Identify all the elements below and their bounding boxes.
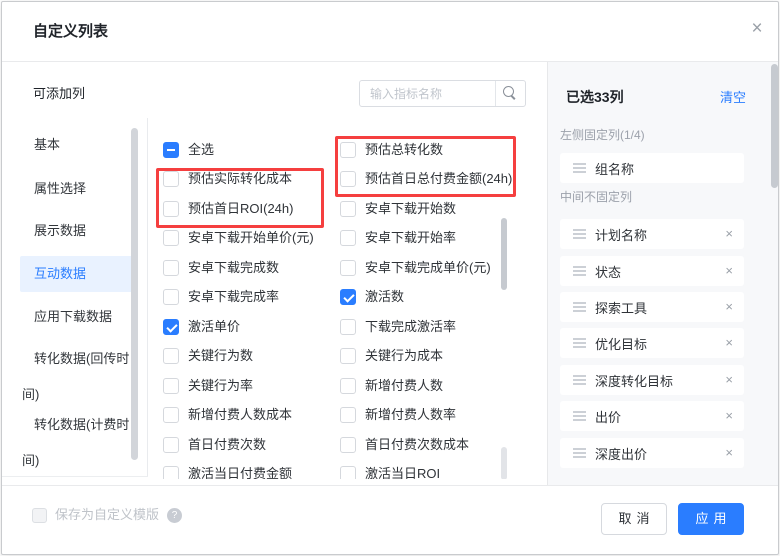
category-conversion-billing[interactable]: 转化数据(计费时 间) xyxy=(22,407,142,479)
metric-row[interactable]: 新增付费人数率 xyxy=(340,405,456,425)
metric-row[interactable]: 首日付费次数 xyxy=(163,435,266,455)
remove-item-icon[interactable]: × xyxy=(725,401,733,431)
apply-button[interactable]: 应用 xyxy=(678,503,744,535)
sidebar-bottom-divider xyxy=(2,476,148,477)
remove-item-icon[interactable]: × xyxy=(725,256,733,286)
checkbox-icon[interactable] xyxy=(163,230,179,246)
sidebar-divider xyxy=(147,118,148,476)
remove-item-icon[interactable]: × xyxy=(725,365,733,395)
drag-handle-icon[interactable] xyxy=(573,270,586,272)
checkbox-icon[interactable] xyxy=(163,260,179,276)
content-area: 基本 属性选择 展示数据 互动数据 应用下载数据 转化数据(回传时 间) 转化数… xyxy=(2,2,548,479)
category-interaction-data[interactable]: 互动数据 xyxy=(34,264,86,284)
checkbox-checked-icon[interactable] xyxy=(340,289,356,305)
drag-handle-icon[interactable] xyxy=(573,342,586,344)
close-icon[interactable]: × xyxy=(744,16,770,42)
drag-handle-icon[interactable] xyxy=(573,306,586,308)
selected-panel-scrollbar[interactable] xyxy=(771,64,778,188)
metric-row[interactable]: 关键行为率 xyxy=(163,376,253,396)
footer-divider xyxy=(2,485,778,486)
checkbox-icon[interactable] xyxy=(340,230,356,246)
checkbox-icon[interactable] xyxy=(163,378,179,394)
category-conversion-callback[interactable]: 转化数据(回传时 间) xyxy=(22,341,142,413)
metric-row[interactable]: 激活当日付费金额 xyxy=(163,464,292,479)
drag-handle-icon[interactable] xyxy=(573,233,586,235)
metrics-scrollbar[interactable] xyxy=(501,218,507,290)
category-attribute[interactable]: 属性选择 xyxy=(34,179,86,199)
checkbox-icon[interactable] xyxy=(163,407,179,423)
remove-item-icon[interactable]: × xyxy=(725,292,733,322)
custom-columns-dialog: 自定义列表 × 可添加列 基本 属性选择 展示数据 互动数据 应用下载数据 转化… xyxy=(1,1,779,555)
metric-row[interactable]: 激活数 xyxy=(340,287,404,307)
metric-row[interactable]: 安卓下载开始率 xyxy=(340,228,456,248)
screen: 自定义列表 × 可添加列 基本 属性选择 展示数据 互动数据 应用下载数据 转化… xyxy=(0,0,780,556)
highlight-box-left xyxy=(156,168,324,228)
remove-item-icon[interactable]: × xyxy=(725,219,733,249)
metric-row[interactable]: 激活当日ROI xyxy=(340,464,440,479)
selected-item[interactable]: 深度出价 × xyxy=(560,438,744,468)
save-template-row: 保存为自定义模版 ? xyxy=(32,506,183,524)
highlight-box-right xyxy=(335,136,516,197)
metric-row[interactable]: 下载完成激活率 xyxy=(340,317,456,337)
selected-item-fixed[interactable]: 组名称 xyxy=(560,153,744,183)
checkbox-icon[interactable] xyxy=(340,466,356,479)
metric-row[interactable]: 安卓下载完成率 xyxy=(163,287,279,307)
metric-row[interactable]: 首日付费次数成本 xyxy=(340,435,469,455)
category-basic[interactable]: 基本 xyxy=(34,135,60,155)
checkbox-icon[interactable] xyxy=(340,319,356,335)
selected-item[interactable]: 探索工具 × xyxy=(560,292,744,322)
metric-row[interactable]: 安卓下载开始单价(元) xyxy=(163,228,314,248)
selected-item[interactable]: 计划名称 × xyxy=(560,219,744,249)
cancel-button[interactable]: 取消 xyxy=(601,503,667,535)
remove-item-icon[interactable]: × xyxy=(725,438,733,468)
checkbox-icon[interactable] xyxy=(340,348,356,364)
category-app-download-data[interactable]: 应用下载数据 xyxy=(34,307,112,327)
drag-handle-icon[interactable] xyxy=(573,379,586,381)
checkbox-indeterminate-icon[interactable] xyxy=(163,142,179,158)
metric-row[interactable]: 关键行为数 xyxy=(163,346,253,366)
selected-item[interactable]: 出价 × xyxy=(560,401,744,431)
selected-count-title: 已选33列 xyxy=(566,89,624,105)
selected-item[interactable]: 深度转化目标 × xyxy=(560,365,744,395)
remove-item-icon[interactable]: × xyxy=(725,328,733,358)
selected-item[interactable]: 优化目标 × xyxy=(560,328,744,358)
category-display-data[interactable]: 展示数据 xyxy=(34,221,86,241)
metric-row[interactable]: 安卓下载完成数 xyxy=(163,258,279,278)
metric-row[interactable]: 安卓下载完成单价(元) xyxy=(340,258,491,278)
metric-row[interactable]: 新增付费人数成本 xyxy=(163,405,292,425)
clear-all-button[interactable]: 清空 xyxy=(720,88,750,108)
help-icon[interactable]: ? xyxy=(167,507,183,523)
save-template-label: 保存为自定义模版 xyxy=(55,507,160,522)
checkbox-icon[interactable] xyxy=(340,437,356,453)
save-template-checkbox[interactable] xyxy=(32,507,47,523)
drag-handle-icon[interactable] xyxy=(573,452,586,454)
checkbox-icon[interactable] xyxy=(163,348,179,364)
checkbox-icon[interactable] xyxy=(340,407,356,423)
metric-row[interactable]: 新增付费人数 xyxy=(340,376,443,396)
drag-handle-icon[interactable] xyxy=(573,167,586,169)
checkbox-icon[interactable] xyxy=(340,201,356,217)
checkbox-icon[interactable] xyxy=(163,466,179,479)
checkbox-checked-icon[interactable] xyxy=(163,319,179,335)
sidebar-scrollbar[interactable] xyxy=(131,128,138,460)
panel-divider xyxy=(547,62,548,485)
fixed-columns-label: 左侧固定列(1/4) xyxy=(560,128,645,142)
metric-row-select-all[interactable]: 全选 xyxy=(163,140,214,160)
checkbox-icon[interactable] xyxy=(340,260,356,276)
checkbox-icon[interactable] xyxy=(340,378,356,394)
selected-item[interactable]: 状态 × xyxy=(560,256,744,286)
checkbox-icon[interactable] xyxy=(163,437,179,453)
drag-handle-icon[interactable] xyxy=(573,415,586,417)
metric-row[interactable]: 安卓下载开始数 xyxy=(340,199,456,219)
metric-row[interactable]: 关键行为成本 xyxy=(340,346,443,366)
metric-row[interactable]: 激活单价 xyxy=(163,317,240,337)
checkbox-icon[interactable] xyxy=(163,289,179,305)
metrics-scrollbar-track xyxy=(501,447,507,479)
unfixed-columns-label: 中间不固定列 xyxy=(560,190,633,204)
